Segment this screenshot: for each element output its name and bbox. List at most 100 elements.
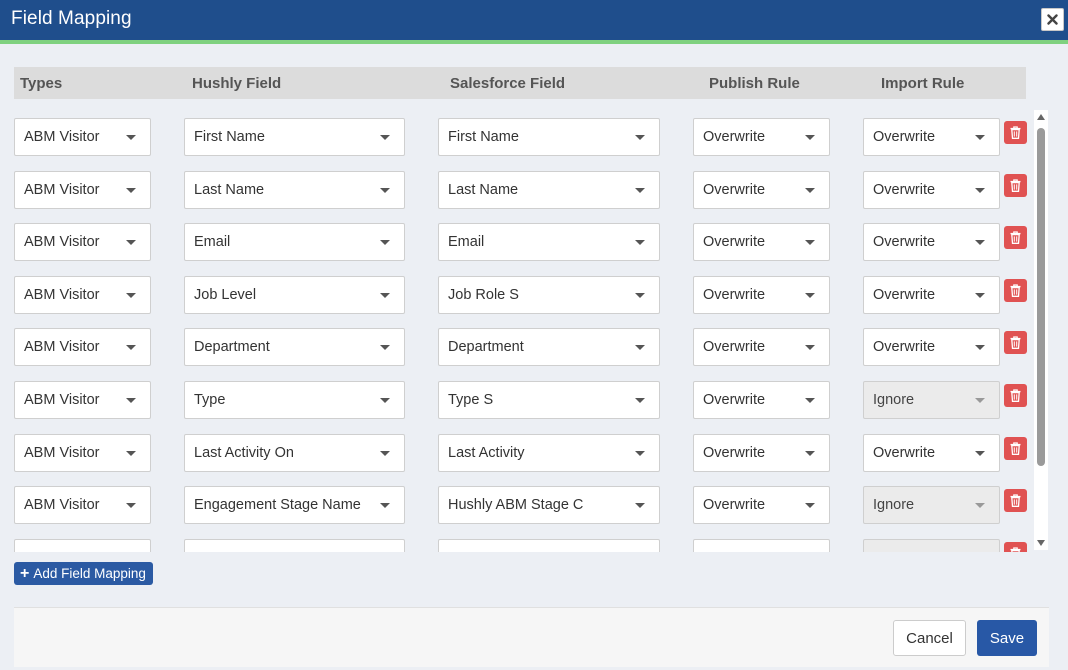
delete-row-button[interactable]: [1004, 331, 1027, 354]
scroll-up-arrow-icon[interactable]: [1037, 114, 1045, 120]
salesforce-field-select-value: Department: [448, 339, 524, 355]
import-rule-select-value: Overwrite: [873, 339, 936, 355]
chevron-down-icon: [635, 398, 645, 403]
save-button[interactable]: Save: [977, 620, 1037, 656]
delete-row-button[interactable]: [1004, 279, 1027, 302]
delete-row-button[interactable]: [1004, 174, 1027, 197]
delete-row-button[interactable]: [1004, 226, 1027, 249]
publish-rule-select[interactable]: Overwrite: [693, 381, 830, 419]
type-select[interactable]: ABM Visitor: [14, 328, 151, 366]
import-rule-select[interactable]: Overwrite: [863, 171, 1000, 209]
dialog-header: Field Mapping: [0, 0, 1068, 40]
salesforce-field-select[interactable]: Type S: [438, 381, 660, 419]
publish-rule-select-value: Overwrite: [703, 287, 766, 303]
table-row: ABM Visitor Last Activity On Last Activity…: [0, 424, 1034, 477]
scroll-down-arrow-icon[interactable]: [1037, 540, 1045, 546]
hushly-field-select[interactable]: Last Name: [184, 171, 405, 209]
publish-rule-select[interactable]: Overwrite: [693, 223, 830, 261]
chevron-down-icon: [126, 293, 136, 298]
delete-row-button[interactable]: [1004, 121, 1027, 144]
scrollbar[interactable]: [1034, 110, 1048, 550]
import-rule-select[interactable]: Overwrite: [863, 118, 1000, 156]
type-select[interactable]: [14, 539, 151, 552]
import-rule-select[interactable]: Ignore: [863, 381, 1000, 419]
hushly-field-select[interactable]: Department: [184, 328, 405, 366]
chevron-down-icon: [635, 503, 645, 508]
hushly-field-select[interactable]: Job Level: [184, 276, 405, 314]
table-header: Types Hushly Field Salesforce Field Publ…: [14, 67, 1026, 99]
hushly-field-select-value: Email: [194, 234, 231, 250]
trash-icon: [1010, 231, 1021, 244]
hushly-field-select-value: Engagement Stage Name: [194, 497, 361, 513]
column-header-types: Types: [20, 75, 63, 92]
publish-rule-select[interactable]: Overwrite: [693, 434, 830, 472]
type-select-value: ABM Visitor: [24, 445, 100, 461]
hushly-field-select[interactable]: Email: [184, 223, 405, 261]
type-select[interactable]: ABM Visitor: [14, 434, 151, 472]
close-icon: [1047, 14, 1058, 25]
publish-rule-select[interactable]: Overwrite: [693, 328, 830, 366]
cancel-button[interactable]: Cancel: [893, 620, 966, 656]
salesforce-field-select[interactable]: Last Name: [438, 171, 660, 209]
plus-icon: +: [20, 564, 30, 582]
type-select[interactable]: ABM Visitor: [14, 118, 151, 156]
column-header-salesforce-field: Salesforce Field: [450, 75, 566, 92]
delete-row-button[interactable]: [1004, 489, 1027, 512]
type-select[interactable]: ABM Visitor: [14, 276, 151, 314]
salesforce-field-select-value: Hushly ABM Stage C: [448, 497, 584, 513]
publish-rule-select-value: Overwrite: [703, 182, 766, 198]
delete-row-button[interactable]: [1004, 437, 1027, 460]
chevron-down-icon: [805, 135, 815, 140]
publish-rule-select-value: Overwrite: [703, 339, 766, 355]
import-rule-select[interactable]: [863, 539, 1000, 552]
delete-row-button[interactable]: [1004, 542, 1027, 552]
import-rule-select[interactable]: Overwrite: [863, 328, 1000, 366]
type-select-value: ABM Visitor: [24, 129, 100, 145]
column-header-publish-rule: Publish Rule: [709, 75, 800, 92]
salesforce-field-select[interactable]: Hushly ABM Stage C: [438, 486, 660, 524]
chevron-down-icon: [635, 293, 645, 298]
chevron-down-icon: [635, 188, 645, 193]
salesforce-field-select-value: Last Activity: [448, 445, 525, 461]
publish-rule-select[interactable]: Overwrite: [693, 171, 830, 209]
hushly-field-select-value: Last Activity On: [194, 445, 294, 461]
chevron-down-icon: [805, 293, 815, 298]
hushly-field-select[interactable]: Last Activity On: [184, 434, 405, 472]
delete-row-button[interactable]: [1004, 384, 1027, 407]
publish-rule-select[interactable]: [693, 539, 830, 552]
salesforce-field-select[interactable]: Last Activity: [438, 434, 660, 472]
scrollbar-thumb[interactable]: [1037, 128, 1045, 466]
publish-rule-select[interactable]: Overwrite: [693, 276, 830, 314]
import-rule-select-value: Ignore: [873, 497, 915, 513]
salesforce-field-select[interactable]: [438, 539, 660, 552]
chevron-down-icon: [975, 345, 985, 350]
chevron-down-icon: [126, 188, 136, 193]
type-select[interactable]: ABM Visitor: [14, 171, 151, 209]
type-select[interactable]: ABM Visitor: [14, 381, 151, 419]
close-button[interactable]: [1041, 8, 1064, 31]
import-rule-select[interactable]: Overwrite: [863, 276, 1000, 314]
publish-rule-select[interactable]: Overwrite: [693, 486, 830, 524]
import-rule-select[interactable]: Ignore: [863, 486, 1000, 524]
trash-icon: [1010, 442, 1021, 455]
add-field-mapping-button[interactable]: + Add Field Mapping: [14, 562, 153, 585]
hushly-field-select[interactable]: [184, 539, 405, 552]
salesforce-field-select[interactable]: Department: [438, 328, 660, 366]
publish-rule-select-value: Overwrite: [703, 392, 766, 408]
salesforce-field-select[interactable]: First Name: [438, 118, 660, 156]
salesforce-field-select-value: Last Name: [448, 182, 519, 198]
publish-rule-select-value: Overwrite: [703, 129, 766, 145]
hushly-field-select[interactable]: Engagement Stage Name: [184, 486, 405, 524]
type-select[interactable]: ABM Visitor: [14, 486, 151, 524]
trash-icon: [1010, 284, 1021, 297]
publish-rule-select[interactable]: Overwrite: [693, 118, 830, 156]
import-rule-select[interactable]: Overwrite: [863, 434, 1000, 472]
import-rule-select[interactable]: Overwrite: [863, 223, 1000, 261]
salesforce-field-select[interactable]: Email: [438, 223, 660, 261]
hushly-field-select[interactable]: Type: [184, 381, 405, 419]
hushly-field-select[interactable]: First Name: [184, 118, 405, 156]
salesforce-field-select[interactable]: Job Role S: [438, 276, 660, 314]
type-select-value: ABM Visitor: [24, 234, 100, 250]
chevron-down-icon: [380, 398, 390, 403]
type-select[interactable]: ABM Visitor: [14, 223, 151, 261]
